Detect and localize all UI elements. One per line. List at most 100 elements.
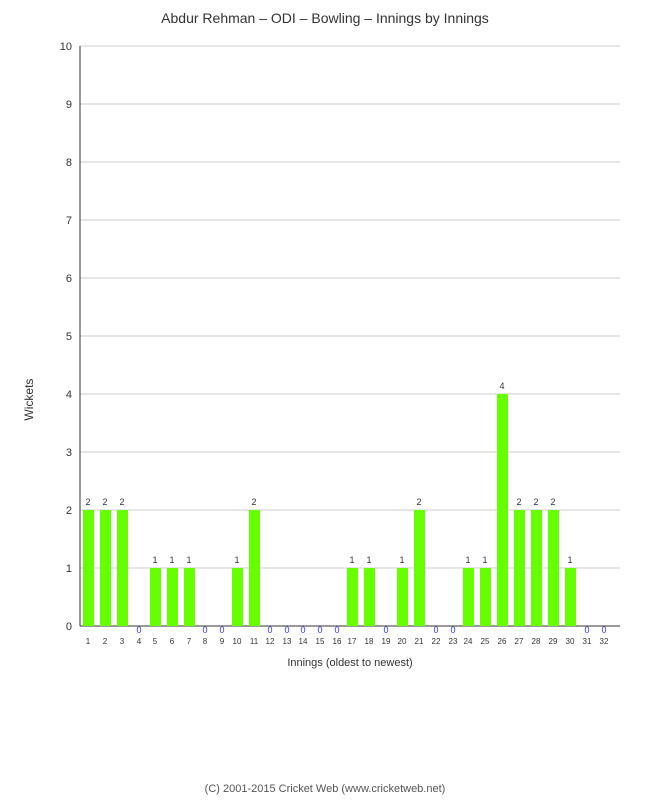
- svg-text:4: 4: [499, 381, 504, 391]
- svg-text:8: 8: [203, 637, 208, 646]
- svg-text:0: 0: [66, 621, 72, 633]
- svg-text:2: 2: [66, 505, 72, 517]
- svg-text:0: 0: [584, 625, 589, 635]
- svg-text:4: 4: [66, 389, 72, 401]
- bar-21: [414, 510, 425, 626]
- svg-text:5: 5: [66, 331, 72, 343]
- svg-text:9: 9: [66, 99, 72, 111]
- svg-text:0: 0: [219, 625, 224, 635]
- svg-text:0: 0: [383, 625, 388, 635]
- bar-28: [531, 510, 542, 626]
- svg-text:1: 1: [169, 555, 174, 565]
- svg-text:23: 23: [449, 637, 458, 646]
- svg-text:13: 13: [283, 637, 292, 646]
- bar-20: [397, 568, 408, 626]
- svg-text:21: 21: [415, 637, 424, 646]
- svg-text:2: 2: [550, 497, 555, 507]
- svg-text:0: 0: [202, 625, 207, 635]
- svg-text:28: 28: [532, 637, 541, 646]
- svg-text:1: 1: [234, 555, 239, 565]
- bar-10: [232, 568, 243, 626]
- bar-29: [548, 510, 559, 626]
- svg-text:0: 0: [136, 625, 141, 635]
- svg-text:10: 10: [60, 41, 72, 53]
- svg-text:2: 2: [119, 497, 124, 507]
- svg-text:5: 5: [153, 637, 158, 646]
- svg-text:0: 0: [334, 625, 339, 635]
- svg-text:2: 2: [102, 497, 107, 507]
- bar-18: [364, 568, 375, 626]
- svg-text:1: 1: [366, 555, 371, 565]
- svg-text:1: 1: [482, 555, 487, 565]
- svg-text:14: 14: [299, 637, 308, 646]
- svg-text:9: 9: [220, 637, 225, 646]
- svg-text:17: 17: [348, 637, 357, 646]
- copyright-text: (C) 2001-2015 Cricket Web (www.cricketwe…: [0, 779, 650, 795]
- svg-text:6: 6: [170, 637, 175, 646]
- svg-text:7: 7: [66, 215, 72, 227]
- svg-text:1: 1: [86, 637, 91, 646]
- svg-text:6: 6: [66, 273, 72, 285]
- svg-text:2: 2: [533, 497, 538, 507]
- svg-text:1: 1: [349, 555, 354, 565]
- svg-text:0: 0: [317, 625, 322, 635]
- svg-text:0: 0: [450, 625, 455, 635]
- y-axis-label: Wickets: [22, 379, 36, 421]
- svg-text:30: 30: [566, 637, 575, 646]
- svg-text:2: 2: [251, 497, 256, 507]
- svg-text:1: 1: [186, 555, 191, 565]
- bar-6: [167, 568, 178, 626]
- chart-title: Abdur Rehman – ODI – Bowling – Innings b…: [0, 0, 650, 31]
- svg-text:1: 1: [152, 555, 157, 565]
- bar-2: [100, 510, 111, 626]
- svg-text:15: 15: [316, 637, 325, 646]
- svg-text:0: 0: [601, 625, 606, 635]
- svg-text:0: 0: [433, 625, 438, 635]
- x-axis-label: Innings (oldest to newest): [287, 657, 412, 669]
- svg-text:25: 25: [481, 637, 490, 646]
- svg-text:2: 2: [85, 497, 90, 507]
- svg-text:4: 4: [137, 637, 142, 646]
- svg-text:19: 19: [382, 637, 391, 646]
- svg-text:3: 3: [120, 637, 125, 646]
- bar-24: [463, 568, 474, 626]
- chart-svg: 10 9 8 7 6 5 4 3 2 1: [50, 36, 640, 716]
- bar-3: [117, 510, 128, 626]
- svg-text:0: 0: [284, 625, 289, 635]
- bar-25: [480, 568, 491, 626]
- bar-7: [184, 568, 195, 626]
- bar-11: [249, 510, 260, 626]
- svg-text:10: 10: [233, 637, 242, 646]
- svg-text:20: 20: [398, 637, 407, 646]
- svg-text:12: 12: [266, 637, 275, 646]
- bar-1: [83, 510, 94, 626]
- svg-text:2: 2: [516, 497, 521, 507]
- svg-text:0: 0: [300, 625, 305, 635]
- bar-30: [565, 568, 576, 626]
- svg-text:26: 26: [498, 637, 507, 646]
- bar-5: [150, 568, 161, 626]
- svg-text:11: 11: [250, 637, 259, 646]
- svg-text:7: 7: [187, 637, 192, 646]
- svg-text:1: 1: [399, 555, 404, 565]
- svg-text:2: 2: [103, 637, 108, 646]
- svg-text:1: 1: [66, 563, 72, 575]
- svg-text:1: 1: [465, 555, 470, 565]
- svg-text:27: 27: [515, 637, 524, 646]
- svg-text:1: 1: [567, 555, 572, 565]
- svg-text:24: 24: [464, 637, 473, 646]
- svg-text:18: 18: [365, 637, 374, 646]
- svg-text:8: 8: [66, 157, 72, 169]
- bar-17: [347, 568, 358, 626]
- bar-26: [497, 394, 508, 626]
- svg-text:16: 16: [333, 637, 342, 646]
- svg-text:29: 29: [549, 637, 558, 646]
- chart-container: Abdur Rehman – ODI – Bowling – Innings b…: [0, 0, 650, 800]
- svg-text:22: 22: [432, 637, 441, 646]
- svg-text:3: 3: [66, 447, 72, 459]
- svg-text:0: 0: [267, 625, 272, 635]
- svg-text:32: 32: [600, 637, 609, 646]
- svg-text:2: 2: [416, 497, 421, 507]
- svg-text:31: 31: [583, 637, 592, 646]
- bar-27: [514, 510, 525, 626]
